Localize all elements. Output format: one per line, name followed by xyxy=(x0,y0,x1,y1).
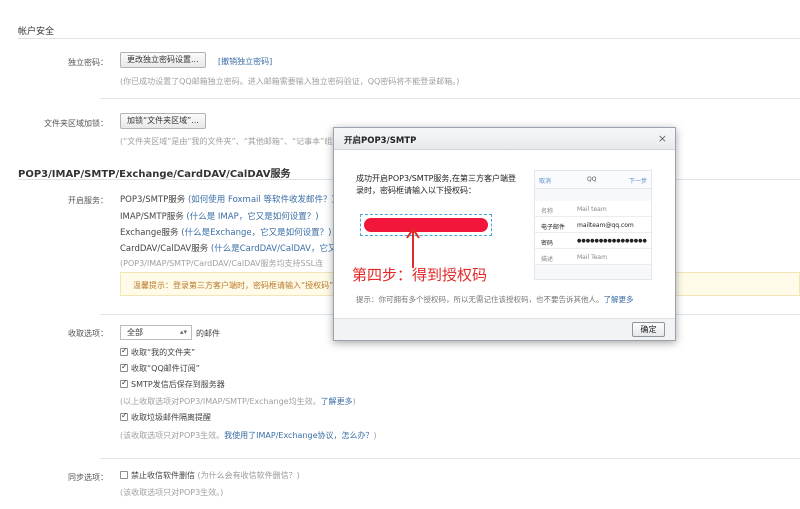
phone-row-password: 密码 ●●●●●●●●●●●●●●●● xyxy=(535,233,651,249)
receive-qq-subscription-label: 收取“QQ邮件订阅” xyxy=(131,364,200,373)
service-help-link[interactable]: (什么是CardDAV/CalDAV，它又是 xyxy=(211,244,345,254)
receive-qq-subscription-checkbox[interactable] xyxy=(120,362,128,372)
cancel-independent-password-link[interactable]: [撤销独立密码] xyxy=(218,56,272,67)
service-help-link[interactable]: (什么是 IMAP，它又是如何设置？) xyxy=(186,212,318,222)
phone-settings-illustration: 取消 QQ 下一步 名称 Mail team 电子邮件 mailteam@qq.co… xyxy=(534,170,652,280)
receive-options-label: 收取选项： xyxy=(68,329,108,338)
divider xyxy=(100,458,800,459)
dialog-success-message: 成功开启POP3/SMTP服务,在第三方客户端登录时，密码框请输入以下授权码： xyxy=(356,174,516,195)
receive-my-folders-label: 收取“我的文件夹” xyxy=(131,348,196,357)
section-title-protocols: POP3/IMAP/SMTP/Exchange/CardDAV/CalDAV服务 xyxy=(18,169,291,180)
phone-row-description: 描述 Mail Team xyxy=(535,249,651,265)
why-delete-link[interactable]: (为什么会有收信软件删信？) xyxy=(198,471,300,480)
sync-pop3-note: (该收取选项只对POP3生效。) xyxy=(120,488,224,497)
receive-my-folders-checkbox[interactable] xyxy=(120,346,128,356)
ssl-support-note: (POP3/IMAP/SMTP/CardDAV/CalDAV服务均支持SSL连 xyxy=(120,259,324,268)
change-independent-password-button[interactable]: 更改独立密码设置... xyxy=(120,52,206,68)
phone-row-name: 名称 Mail team xyxy=(535,201,651,217)
confirm-button[interactable]: 确定 xyxy=(632,322,665,337)
receive-range-select[interactable]: 全部 ▴▾ xyxy=(120,325,192,340)
close-icon[interactable]: × xyxy=(658,132,667,145)
dialog-learn-more-link[interactable]: 了解更多 xyxy=(604,295,634,304)
independent-password-hint: (你已成功设置了QQ邮箱独立密码。进入邮箱需要输入独立密码验证，QQ密码将不能登… xyxy=(120,77,460,86)
phone-row-email: 电子邮件 mailteam@qq.com xyxy=(535,217,651,233)
service-pop3-smtp: POP3/SMTP服务 (如何使用 Foxmail 等软件收发邮件？) xyxy=(120,195,335,205)
dialog-header: 开启POP3/SMTP × xyxy=(334,128,675,150)
spam-reminder-label: 收取垃圾邮件隔离提醒 xyxy=(131,413,211,422)
pop3-only-note: (该收取选项只对POP3生效。我使用了IMAP/Exchange协议，怎么办？) xyxy=(120,431,377,440)
smtp-save-to-server-checkbox[interactable] xyxy=(120,378,128,388)
enable-service-label: 开启服务： xyxy=(68,196,108,205)
step-four-annotation: 第四步：得到授权码 xyxy=(352,266,488,284)
receive-range-suffix: 的邮件 xyxy=(196,329,220,338)
folder-lock-hint: (“文件夹区域”是由“我的文件夹”、“其他邮箱”、“记事本”组成 xyxy=(120,137,341,146)
dialog-footer: 确定 xyxy=(334,318,675,340)
section-title-account-security: 帐户安全 xyxy=(18,27,55,37)
receive-options-note: (以上收取选项对POP3/IMAP/SMTP/Exchange均生效。了解更多) xyxy=(120,397,356,406)
smtp-save-to-server-label: SMTP发信后保存到服务器 xyxy=(131,380,225,389)
folder-lock-label: 文件夹区域加锁： xyxy=(44,119,108,128)
prevent-client-delete-label: 禁止收信软件删信 (为什么会有收信软件删信？) xyxy=(131,471,300,480)
dialog-tip: 提示：你可拥有多个授权码，所以无需记住该授权码，也不要告诉其他人。了解更多 xyxy=(356,295,634,304)
service-imap-smtp: IMAP/SMTP服务 (什么是 IMAP，它又是如何设置？) xyxy=(120,212,319,222)
enable-pop3-dialog: 开启POP3/SMTP × 成功开启POP3/SMTP服务,在第三方客户端登录时… xyxy=(333,127,676,341)
spam-reminder-checkbox[interactable] xyxy=(120,411,128,421)
service-help-link[interactable]: (如何使用 Foxmail 等软件收发邮件？) xyxy=(188,195,335,205)
service-exchange: Exchange服务 (什么是Exchange，它又是如何设置？) xyxy=(120,228,332,238)
divider xyxy=(100,98,800,99)
independent-password-label: 独立密码： xyxy=(68,58,108,67)
redacted-authorization-code xyxy=(364,218,488,232)
lock-folder-area-button[interactable]: 加锁“文件夹区域”... xyxy=(120,113,206,129)
select-arrows-icon: ▴▾ xyxy=(179,328,187,336)
prevent-client-delete-checkbox[interactable] xyxy=(120,471,128,479)
dialog-title: 开启POP3/SMTP xyxy=(344,136,417,146)
sync-options-label: 同步选项： xyxy=(68,473,108,482)
service-help-link[interactable]: (什么是Exchange，它又是如何设置？) xyxy=(181,228,331,238)
learn-more-link[interactable]: 了解更多 xyxy=(321,397,353,406)
imap-exchange-help-link[interactable]: 我使用了IMAP/Exchange协议，怎么办？ xyxy=(224,431,373,440)
service-carddav-caldav: CardDAV/CalDAV服务 (什么是CardDAV/CalDAV，它又是 xyxy=(120,244,345,254)
divider xyxy=(18,38,800,39)
phone-nav-bar: 取消 QQ 下一步 xyxy=(535,171,651,189)
